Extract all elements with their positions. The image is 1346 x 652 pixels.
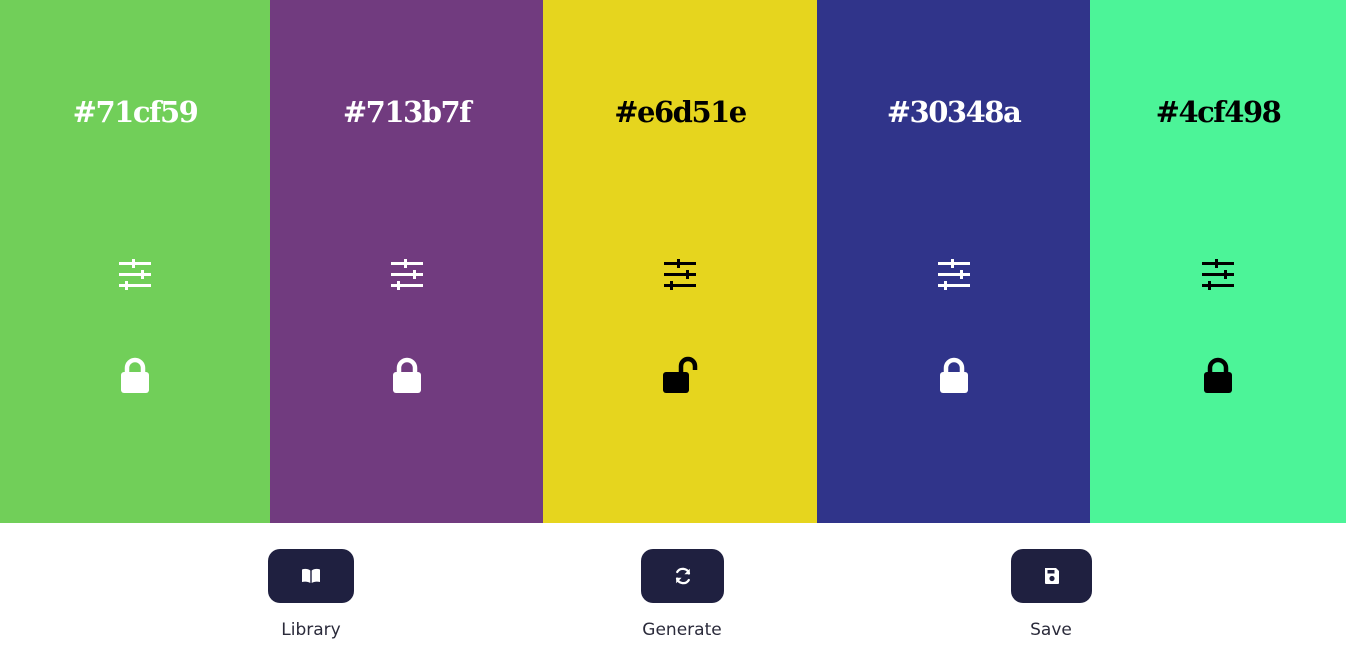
adjust-sliders-icon[interactable]: [389, 258, 425, 292]
hex-code-label[interactable]: #e6d51e: [543, 90, 817, 134]
hex-code-label[interactable]: #71cf59: [0, 90, 270, 134]
control-bar: Library Generate Save: [0, 523, 1346, 652]
color-swatch-4: #30348a: [817, 0, 1090, 523]
refresh-icon: [675, 567, 690, 585]
color-swatch-5: #4cf498: [1090, 0, 1346, 523]
hex-code-label[interactable]: #713b7f: [270, 90, 543, 134]
hex-code-label[interactable]: #30348a: [817, 90, 1090, 134]
unlock-icon[interactable]: [662, 356, 698, 394]
lock-icon[interactable]: [1200, 356, 1236, 394]
adjust-sliders-icon[interactable]: [1200, 258, 1236, 292]
adjust-sliders-icon[interactable]: [936, 258, 972, 292]
generate-label: Generate: [642, 620, 722, 640]
hex-code-label[interactable]: #4cf498: [1090, 90, 1346, 134]
adjust-sliders-icon[interactable]: [117, 258, 153, 292]
floppy-disk-icon: [1044, 568, 1059, 584]
adjust-sliders-icon[interactable]: [662, 258, 698, 292]
library-button[interactable]: [268, 549, 354, 603]
lock-icon[interactable]: [389, 356, 425, 394]
color-swatch-3: #e6d51e: [543, 0, 817, 523]
book-open-icon: [302, 568, 320, 583]
lock-icon[interactable]: [117, 356, 153, 394]
lock-icon[interactable]: [936, 356, 972, 394]
color-swatch-2: #713b7f: [270, 0, 543, 523]
color-swatch-1: #71cf59: [0, 0, 270, 523]
generate-button[interactable]: [641, 549, 724, 603]
save-label: Save: [1030, 620, 1072, 640]
save-button[interactable]: [1011, 549, 1092, 603]
color-palette: #71cf59 #713b7f #e6d51e #30348a #4cf498: [0, 0, 1346, 523]
library-label: Library: [281, 620, 341, 640]
